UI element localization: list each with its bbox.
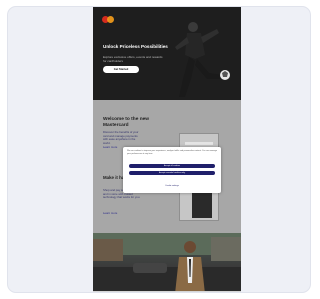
street-scene-image: [93, 233, 241, 292]
section-title: Welcome to the new Mastercard: [103, 117, 150, 128]
accept-all-cookies-button[interactable]: Accept all cookies: [129, 164, 215, 169]
hero-section: Unlock Priceless Possibilities Explore e…: [93, 7, 241, 100]
cookie-settings-link[interactable]: Cookie settings: [129, 184, 215, 188]
thumbnail-card[interactable]: Unlock Priceless Possibilities Explore e…: [7, 6, 311, 293]
section-description: Discover the benefits of your card and m…: [103, 130, 139, 145]
section-learn-more-link-2[interactable]: Learn more: [103, 211, 117, 215]
football-player-image: [175, 22, 230, 97]
section-learn-more-link[interactable]: Learn more: [103, 145, 117, 149]
hero-cta-button[interactable]: Get Started: [103, 66, 139, 73]
hero-subtitle: Explore exclusive offers, events and rew…: [103, 55, 163, 63]
cookie-consent-modal: We use cookies to improve your experienc…: [123, 147, 221, 193]
cookie-consent-text: We use cookies to improve your experienc…: [127, 150, 217, 155]
hero-title: Unlock Priceless Possibilities: [103, 44, 168, 49]
mastercard-logo-icon: [102, 16, 114, 23]
accept-essential-cookies-button[interactable]: Accept essential cookies only: [129, 171, 215, 176]
page-footer-strip: [93, 291, 241, 292]
